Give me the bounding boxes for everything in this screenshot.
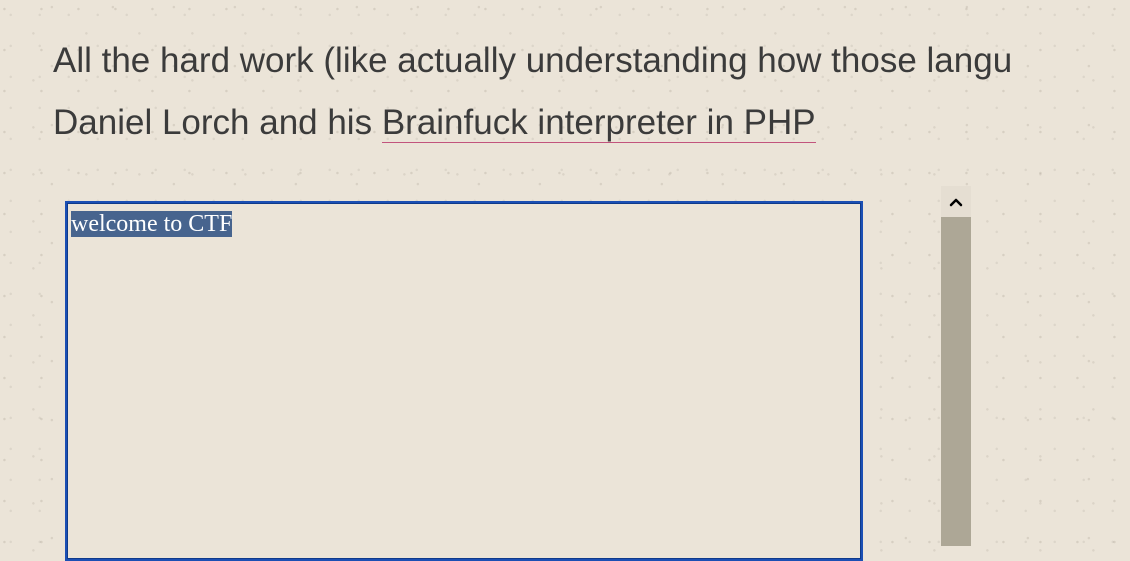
code-textarea[interactable]: welcome to CTF: [65, 201, 863, 561]
vertical-scrollbar[interactable]: [941, 186, 971, 546]
scroll-up-button[interactable]: [941, 186, 971, 217]
intro-paragraph: All the hard work (like actually underst…: [53, 30, 1130, 154]
brainfuck-interpreter-link[interactable]: Brainfuck interpreter in PHP: [381, 103, 816, 143]
chevron-up-icon: [949, 198, 963, 206]
selected-text: welcome to CTF: [71, 211, 233, 237]
intro-line-1: All the hard work (like actually underst…: [53, 41, 1013, 80]
intro-line-2-text: Daniel Lorch and his: [53, 103, 382, 142]
intro-line-2: Daniel Lorch and his Brainfuck interpret…: [53, 92, 1130, 154]
textarea-content: welcome to CTF: [71, 209, 857, 239]
